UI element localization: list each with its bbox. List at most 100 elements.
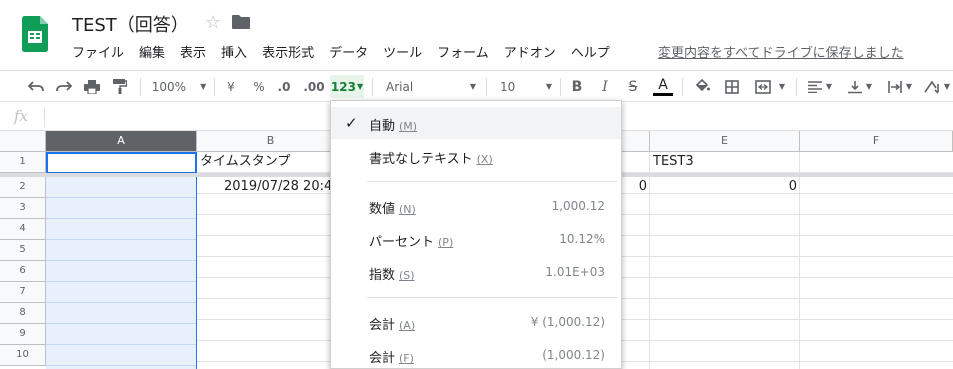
currency-button[interactable]: ¥ — [222, 71, 240, 102]
print-button[interactable] — [82, 71, 102, 102]
column-header-a[interactable]: A — [46, 131, 197, 152]
paint-format-button[interactable] — [110, 71, 130, 102]
strikethrough-button[interactable]: S — [624, 71, 642, 102]
column-header-b[interactable]: B — [197, 131, 345, 152]
menu-form[interactable]: フォーム — [437, 42, 489, 62]
menu-file[interactable]: ファイル — [72, 42, 124, 62]
format-menu-item-financial[interactable]: 会計 (F) (1,000.12) — [331, 339, 621, 369]
column-header-f[interactable]: F — [800, 131, 953, 152]
format-menu-example: 1,000.12 — [551, 199, 605, 213]
chevron-down-icon: ▼ — [469, 82, 476, 91]
menu-format[interactable]: 表示形式 — [262, 42, 314, 62]
menu-view[interactable]: 表示 — [180, 42, 206, 62]
row-header-3[interactable]: 3 — [0, 198, 46, 219]
row-header-1[interactable]: 1 — [0, 152, 46, 173]
row-header-10[interactable]: 10 — [0, 345, 46, 366]
format-menu-label: 会計 (F) — [369, 347, 414, 366]
horizontal-align-button[interactable]: ▼ — [804, 71, 836, 102]
column-header-e[interactable]: E — [650, 131, 800, 152]
menu-tools[interactable]: ツール — [383, 42, 422, 62]
increase-decimal-button[interactable]: .00 — [302, 71, 326, 102]
toolbar-separator — [486, 78, 487, 96]
bold-button[interactable]: B — [568, 71, 586, 102]
menu-insert[interactable]: 挿入 — [221, 42, 247, 62]
chevron-down-icon: ▼ — [778, 82, 786, 91]
format-menu-item-accounting[interactable]: 会計 (A) ¥ (1,000.12) — [331, 306, 621, 338]
row-header-2[interactable]: 2 — [0, 177, 46, 198]
document-title[interactable]: TEST（回答） — [72, 11, 189, 37]
font-size-value: 10 — [500, 79, 516, 94]
cell-b1[interactable]: タイムスタンプ — [197, 152, 345, 173]
format-menu-example: 1.01E+03 — [545, 265, 605, 279]
toolbar-separator — [796, 78, 797, 96]
format-menu-example: (1,000.12) — [542, 348, 605, 362]
font-select[interactable]: Arial ▼ — [386, 71, 476, 102]
select-all-corner[interactable] — [0, 131, 46, 152]
save-status-link[interactable]: 変更内容をすべてドライブに保存しました — [658, 42, 904, 61]
font-size-select[interactable]: 10 ▼ — [500, 71, 552, 102]
chevron-down-icon: ▼ — [200, 82, 207, 91]
text-color-button[interactable]: A — [652, 71, 674, 102]
header: TEST（回答） ☆ ファイル 編集 表示 挿入 表示形式 データ ツール フォ… — [0, 0, 953, 68]
format-menu-label-text: 自動 — [369, 119, 396, 134]
format-menu-item-number[interactable]: 数値 (N) 1,000.12 — [331, 190, 621, 222]
cell-e1[interactable]: TEST3 — [650, 152, 800, 173]
row-header-9[interactable]: 9 — [0, 324, 46, 345]
format-menu-shortcut: (S) — [399, 269, 415, 282]
menu-help[interactable]: ヘルプ — [571, 42, 610, 62]
format-menu-item-scientific[interactable]: 指数 (S) 1.01E+03 — [331, 256, 621, 288]
merge-cells-icon — [755, 79, 771, 94]
formula-separator — [44, 107, 45, 127]
format-menu-example: ¥ (1,000.12) — [530, 315, 605, 329]
percent-button[interactable]: % — [250, 71, 268, 102]
zoom-select[interactable]: 100% ▼ — [150, 71, 208, 102]
vertical-align-button[interactable]: ▼ — [844, 71, 876, 102]
redo-button[interactable] — [54, 71, 74, 102]
format-menu-shortcut: (P) — [438, 236, 454, 249]
chevron-down-icon: ▼ — [545, 82, 552, 91]
sheets-logo-icon[interactable] — [22, 16, 48, 52]
more-formats-label: 123 — [330, 79, 356, 94]
folder-icon[interactable] — [232, 15, 250, 29]
row-header-7[interactable]: 7 — [0, 282, 46, 303]
format-menu-label-text: 書式なしテキスト — [369, 152, 473, 167]
more-formats-button[interactable]: 123 ▼ — [330, 75, 364, 98]
decrease-decimal-button[interactable]: .0 — [274, 71, 294, 102]
text-rotation-icon — [924, 80, 939, 94]
format-menu-shortcut: (A) — [399, 319, 416, 332]
merge-cells-button[interactable]: ▼ — [750, 71, 790, 102]
print-icon — [84, 79, 100, 94]
menu-data[interactable]: データ — [329, 42, 368, 62]
text-wrapping-button[interactable]: ▼ — [884, 71, 916, 102]
row-header-4[interactable]: 4 — [0, 219, 46, 240]
active-cell-a1[interactable] — [46, 152, 197, 174]
format-menu-label: パーセント (P) — [369, 231, 453, 250]
format-menu-label-text: 会計 — [369, 351, 396, 366]
format-menu-item-automatic[interactable]: ✓ 自動 (M) — [331, 107, 621, 139]
italic-button[interactable]: I — [596, 71, 614, 102]
toolbar-separator — [560, 78, 561, 96]
cell-e2[interactable]: 0 — [650, 177, 800, 198]
format-menu-item-plain-text[interactable]: 書式なしテキスト (X) — [331, 140, 621, 172]
chevron-down-icon: ▼ — [943, 82, 951, 91]
menu-edit[interactable]: 編集 — [139, 42, 165, 62]
row-header-8[interactable]: 8 — [0, 303, 46, 324]
paint-bucket-icon — [695, 79, 710, 92]
borders-button[interactable] — [722, 71, 742, 102]
format-menu-label: 自動 (M) — [369, 115, 417, 134]
chevron-down-icon: ▼ — [905, 82, 913, 91]
menu-addons[interactable]: アドオン — [504, 42, 556, 62]
number-format-menu: ✓ 自動 (M) 書式なしテキスト (X) 数値 (N) 1,000.12 パーセント… — [330, 100, 622, 369]
format-menu-label-text: 会計 — [369, 318, 396, 333]
menu-separator — [367, 297, 617, 298]
text-rotation-button[interactable]: ▼ — [922, 71, 952, 102]
undo-icon — [28, 80, 44, 91]
row-header-5[interactable]: 5 — [0, 240, 46, 261]
format-menu-label-text: パーセント — [369, 235, 435, 250]
row-header-6[interactable]: 6 — [0, 261, 46, 282]
star-icon[interactable]: ☆ — [205, 12, 221, 33]
fill-color-button[interactable] — [692, 71, 712, 102]
cell-b2[interactable]: 2019/07/28 20:46: — [197, 177, 345, 198]
undo-button[interactable] — [26, 71, 46, 102]
format-menu-item-percent[interactable]: パーセント (P) 10.12% — [331, 223, 621, 255]
